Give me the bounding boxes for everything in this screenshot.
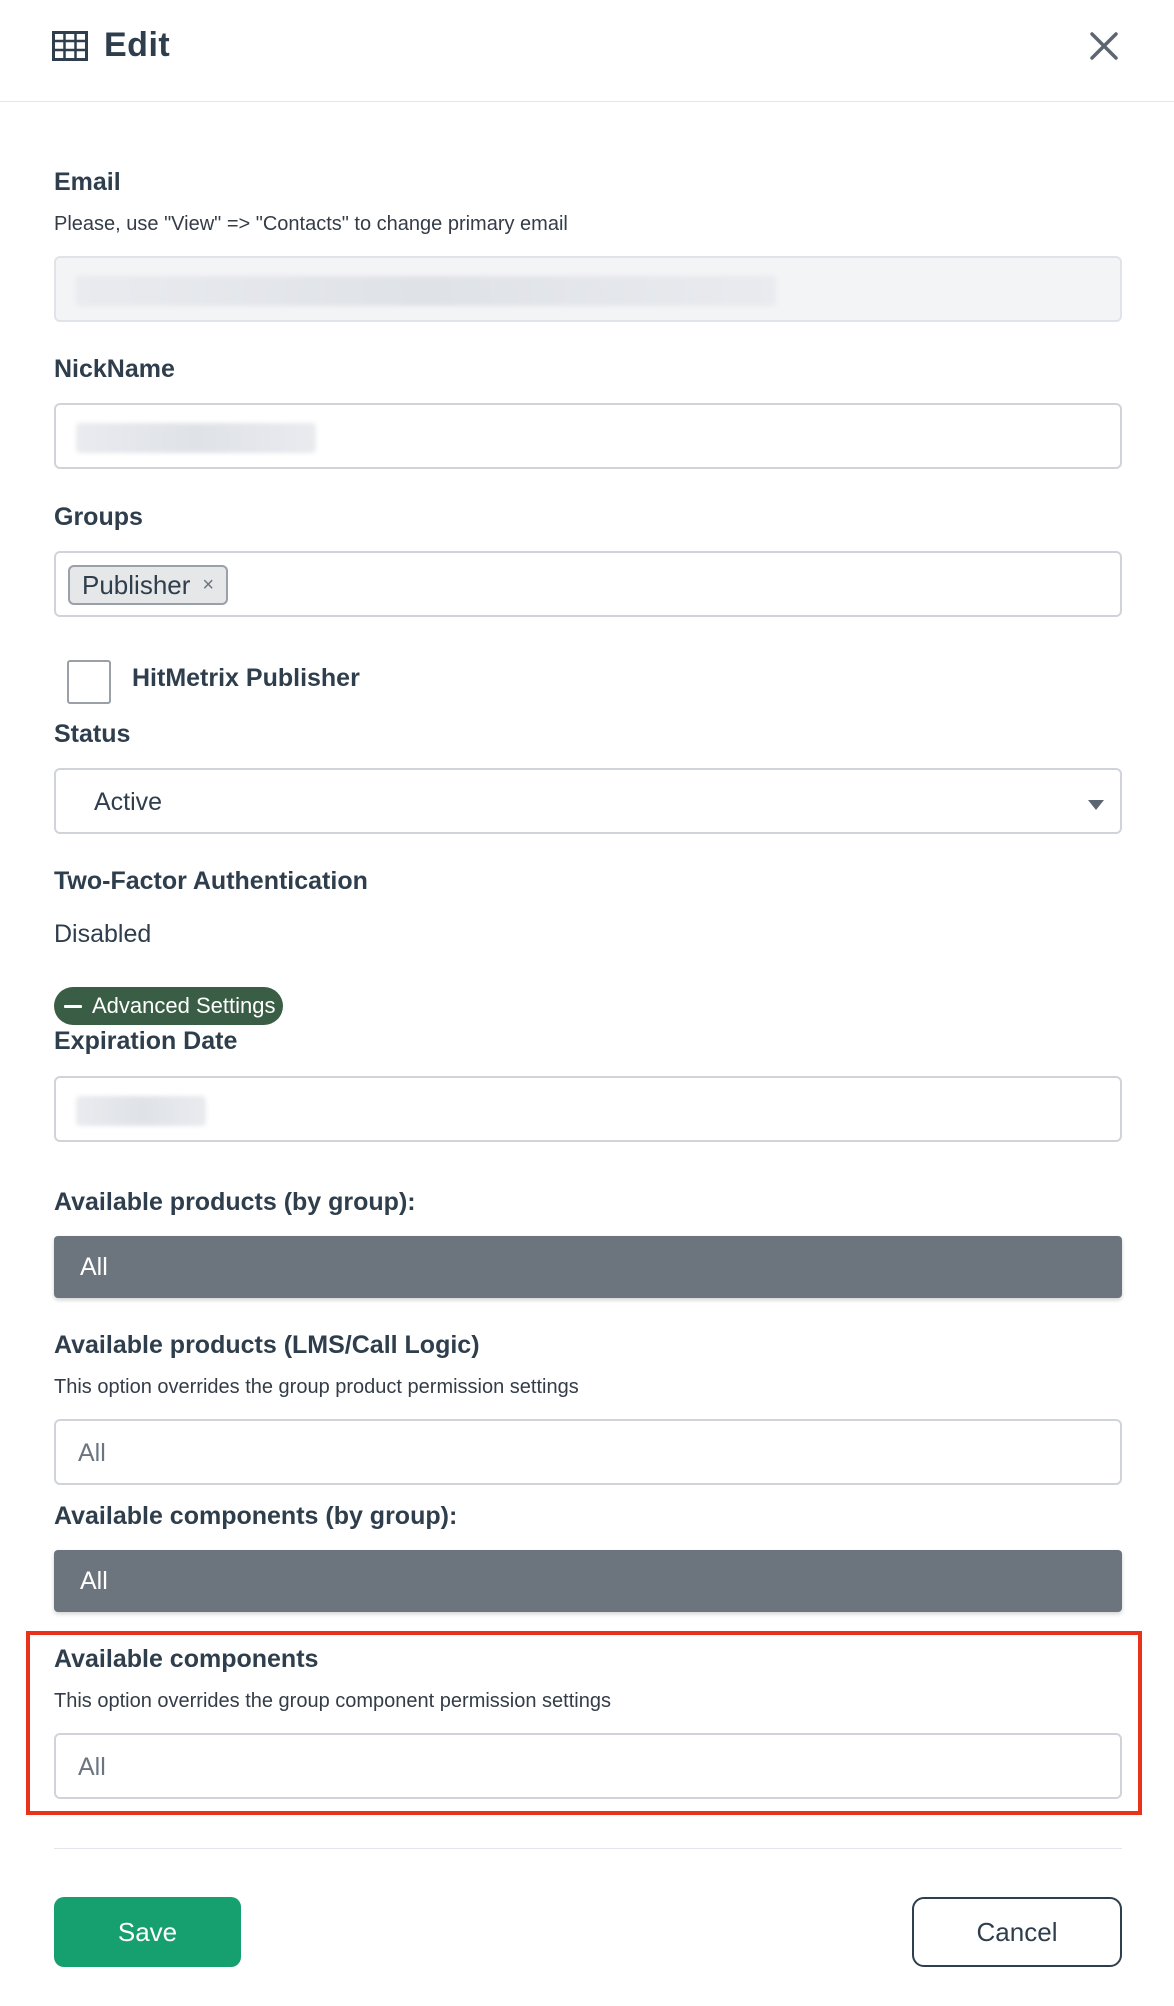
products-lms-hint: This option overrides the group product … — [54, 1376, 579, 1398]
components-label: Available components — [54, 1645, 319, 1673]
groups-label: Groups — [54, 503, 143, 531]
group-tag-publisher: Publisher × — [68, 565, 229, 605]
title-wrap: Edit — [52, 26, 170, 65]
nickname-redacted-value — [76, 423, 316, 453]
chevron-down-icon — [1088, 800, 1104, 810]
cancel-button[interactable]: Cancel — [912, 1897, 1122, 1967]
advanced-settings-toggle[interactable]: Advanced Settings — [54, 987, 283, 1025]
expiration-field[interactable] — [54, 1076, 1122, 1142]
group-tag-label: Publisher — [82, 569, 191, 600]
hitmetrix-label: HitMetrix Publisher — [132, 664, 360, 692]
components-by-group-label: Available components (by group): — [54, 1502, 458, 1530]
status-value: Active — [94, 788, 163, 816]
email-field — [54, 256, 1122, 322]
modal-header: Edit — [0, 0, 1174, 102]
save-button[interactable]: Save — [54, 1897, 241, 1967]
minus-icon — [64, 1004, 82, 1008]
remove-tag-icon[interactable]: × — [202, 574, 214, 597]
groups-field[interactable]: Publisher × — [54, 551, 1122, 617]
email-hint: Please, use "View" => "Contacts" to chan… — [54, 213, 568, 235]
components-hint: This option overrides the group componen… — [54, 1690, 611, 1712]
status-select[interactable]: Active — [54, 768, 1122, 834]
components-by-group-text: All — [80, 1566, 108, 1595]
status-label: Status — [54, 720, 131, 748]
table-icon — [52, 30, 88, 61]
products-lms-label: Available products (LMS/Call Logic) — [54, 1331, 480, 1359]
modal-title: Edit — [104, 26, 171, 64]
hitmetrix-checkbox[interactable] — [67, 660, 111, 704]
products-by-group-label: Available products (by group): — [54, 1188, 416, 1216]
products-by-group-text: All — [80, 1252, 108, 1281]
components-by-group-value: All — [54, 1550, 1122, 1612]
advanced-settings-label: Advanced Settings — [92, 993, 276, 1018]
components-placeholder: All — [78, 1753, 106, 1781]
footer-divider — [54, 1848, 1122, 1849]
products-by-group-value: All — [54, 1236, 1122, 1298]
products-lms-input[interactable]: All — [54, 1419, 1122, 1485]
nickname-field[interactable] — [54, 403, 1122, 469]
two-factor-label: Two-Factor Authentication — [54, 867, 368, 895]
nickname-label: NickName — [54, 355, 175, 383]
email-label: Email — [54, 168, 121, 196]
email-redacted-value — [76, 276, 776, 306]
two-factor-value: Disabled — [54, 920, 152, 948]
expiration-label: Expiration Date — [54, 1027, 238, 1055]
expiration-redacted-value — [76, 1096, 206, 1126]
close-icon[interactable] — [1086, 28, 1122, 64]
components-input[interactable]: All — [54, 1733, 1122, 1799]
products-lms-placeholder: All — [78, 1439, 106, 1467]
